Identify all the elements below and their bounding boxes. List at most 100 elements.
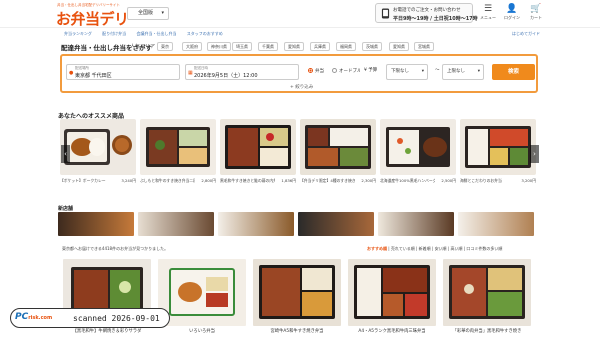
contact-hours: 平日9時〜19時 / 土日祝10時〜17時 — [393, 16, 478, 22]
recommended-item[interactable]: 海鮮とこだわりのお弁当 3,200円 — [460, 119, 536, 184]
new-store-banner[interactable] — [458, 212, 534, 236]
menu-label: メニュー — [480, 15, 496, 20]
recommended-item[interactable]: 【ポケット】ポークカレー 3,240円 — [60, 119, 136, 184]
product-caption: 「彩華の肉弁当」黒毛和牛すき焼き — [452, 329, 522, 334]
sort-popular[interactable]: 売れている順 — [391, 246, 415, 251]
sort-reviews[interactable]: 口コミ件数の多い順 — [466, 246, 502, 251]
area-chip[interactable]: 宮城県 — [414, 42, 434, 51]
radio-hors-doeuvre-label: オードブル — [339, 69, 362, 74]
sort-cheap[interactable]: 安い順 — [435, 246, 447, 251]
product-price: 3,200円 — [521, 178, 536, 183]
chevron-right-icon: › — [533, 150, 536, 158]
area-chip[interactable]: 福岡県 — [336, 42, 356, 51]
product-caption: ぶしもと和牛のすき焼き弁当二段重 — [140, 178, 195, 183]
pcrisk-logo: PCrisk.com — [15, 312, 52, 322]
sort-recommended[interactable]: おすすめ順 — [367, 246, 387, 251]
result-card[interactable]: 「彩華の肉弁当」黒毛和牛すき焼き — [443, 259, 531, 334]
product-image — [140, 119, 216, 175]
phone-icon — [381, 8, 390, 19]
product-image — [348, 259, 436, 326]
menu-button[interactable]: ☰ メニュー — [477, 4, 499, 24]
watermark-text: scanned 2026-09-01 — [73, 314, 160, 323]
address-field[interactable]: ● 配送場所 東京都 千代田区 — [66, 64, 180, 80]
price-min-select[interactable]: 下限なし ▾ — [386, 64, 428, 80]
area-chip[interactable]: 神奈川県 — [207, 42, 231, 51]
result-card[interactable]: A4・A5ランク黒毛和牛肉三昧弁当 — [348, 259, 436, 334]
subnav-link-ranking[interactable]: 弁当ランキング — [64, 31, 92, 36]
product-caption: いろいろ弁当 — [189, 329, 215, 334]
price-max-select[interactable]: 上限なし ▾ — [442, 64, 484, 80]
product-caption: 【ポケット】ポークカレー — [60, 178, 106, 183]
result-card[interactable]: いろいろ弁当 — [158, 259, 246, 334]
area-chip[interactable]: 兵庫県 — [310, 42, 330, 51]
contact-box[interactable]: お電話でのご注文・お問い合わせ 平日9時〜19時 / 土日祝10時〜17時 — [375, 3, 478, 23]
product-caption: 宮崎牛A5和牛すき焼き弁当 — [270, 329, 324, 334]
product-price: 2,800円 — [201, 178, 216, 183]
area-chip[interactable]: 埼玉県 — [232, 42, 252, 51]
subnav-link-haitsuke[interactable]: 配り付け弁当 — [102, 31, 126, 36]
guide-link[interactable]: はじめてガイド — [512, 31, 540, 37]
area-select[interactable]: 全国版 ▾ — [127, 7, 169, 20]
radio-unselected-icon — [332, 68, 337, 73]
date-field[interactable]: ▦ 配送日時 2026年9月5日（土）12:00 — [185, 64, 299, 80]
site-logo[interactable]: お弁当デリ — [56, 8, 129, 29]
cart-icon: 🛒 — [530, 4, 542, 14]
area-chip[interactable]: 愛知県 — [389, 42, 409, 51]
product-caption: 黒毛和牛すき焼きと鮭の幕の内弁当 — [220, 178, 275, 183]
chevron-down-icon: ▾ — [477, 69, 480, 74]
area-chip[interactable]: 東京 — [157, 42, 173, 51]
radio-hors-doeuvre[interactable]: オードブル — [332, 68, 362, 74]
recommended-item[interactable]: 北海道産牛100%黒毛ハンバーグ弁当 2,500円 — [380, 119, 456, 184]
recommended-item[interactable]: ぶしもと和牛のすき焼き弁当二段重 2,800円 — [140, 119, 216, 184]
search-panel: ● 配送場所 東京都 千代田区 ▦ 配送日時 2026年9月5日（土）12:00… — [60, 54, 538, 93]
product-price: 3,240円 — [121, 178, 136, 183]
narrow-down-link[interactable]: + 絞り込み — [290, 84, 313, 90]
result-card[interactable]: 宮崎牛A5和牛すき焼き弁当 — [253, 259, 341, 334]
sort-bar: おすすめ順 | 売れている順 | 新着順 | 安い順 | 高い順 | 口コミ件数… — [367, 246, 503, 251]
radio-bento[interactable]: 弁当 — [308, 68, 324, 74]
results-count: 東京都へお届けできる4418件のお弁当が見つかりました。 — [62, 246, 169, 251]
cart-button[interactable]: 🛒 カート — [525, 4, 547, 24]
area-chip[interactable]: 千葉県 — [258, 42, 278, 51]
new-store-banner[interactable] — [378, 212, 454, 236]
address-caption: 配送場所 — [75, 66, 89, 70]
popular-area-label: 人気エリア — [130, 44, 156, 50]
recommended-item[interactable]: 【弁当デリ限定】4種のすき焼き弁当 2,300円 — [300, 119, 376, 184]
watermark-badge: PCrisk.com scanned 2026-09-01 — [10, 308, 170, 328]
area-chip[interactable]: 大阪府 — [182, 42, 202, 51]
new-store-banner[interactable] — [138, 212, 214, 236]
radio-selected-icon — [308, 68, 313, 73]
chevron-down-icon: ▾ — [161, 10, 164, 16]
sort-expensive[interactable]: 高い順 — [450, 246, 462, 251]
product-image — [460, 119, 536, 175]
new-store-banner[interactable] — [58, 212, 134, 236]
login-button[interactable]: 👤 ログイン — [501, 4, 523, 24]
sort-new[interactable]: 新着順 — [419, 246, 431, 251]
new-store-banner[interactable] — [218, 212, 294, 236]
login-label: ログイン — [504, 15, 520, 20]
sub-navigation: 弁当ランキング 配り付け弁当 会議弁当・仕出し弁当 スタッフのおすすめ — [64, 31, 232, 37]
price-min-value: 下限なし — [391, 69, 409, 74]
area-chip[interactable]: 愛知県 — [284, 42, 304, 51]
chevron-down-icon: ▾ — [421, 69, 424, 74]
header: 弁当・仕出し弁当宅配デリバリーサイト お弁当デリ 全国版 ▾ お電話でのご注文・… — [0, 0, 600, 28]
price-label: ¥ 予算 — [360, 64, 384, 80]
product-image — [220, 119, 296, 175]
product-caption: 北海道産牛100%黒毛ハンバーグ弁当 — [380, 178, 435, 183]
new-store-banner[interactable] — [298, 212, 374, 236]
carousel-prev-button[interactable]: ‹ — [61, 145, 70, 163]
address-value: 東京都 千代田区 — [75, 73, 112, 79]
area-chip[interactable]: 茨城県 — [362, 42, 382, 51]
subnav-link-meeting[interactable]: 会議弁当・仕出し弁当 — [136, 31, 176, 36]
recommended-item[interactable]: 黒毛和牛すき焼きと鮭の幕の内弁当 1,836円 — [220, 119, 296, 184]
location-pin-icon: ● — [69, 70, 74, 76]
subnav-link-staff[interactable]: スタッフのおすすめ — [187, 31, 223, 36]
product-image — [443, 259, 531, 326]
search-button[interactable]: 検索 — [492, 64, 535, 80]
contact-line1: お電話でのご注文・お問い合わせ — [393, 8, 461, 13]
product-caption: A4・A5ランク黒毛和牛肉三昧弁当 — [358, 329, 426, 334]
product-caption: 【黒毛和牛】牛網焼き＆彩りサラダ — [72, 329, 142, 334]
watermark-logo-text: PC — [15, 312, 29, 322]
carousel-next-button[interactable]: › — [530, 145, 539, 163]
menu-icon: ☰ — [483, 4, 493, 14]
